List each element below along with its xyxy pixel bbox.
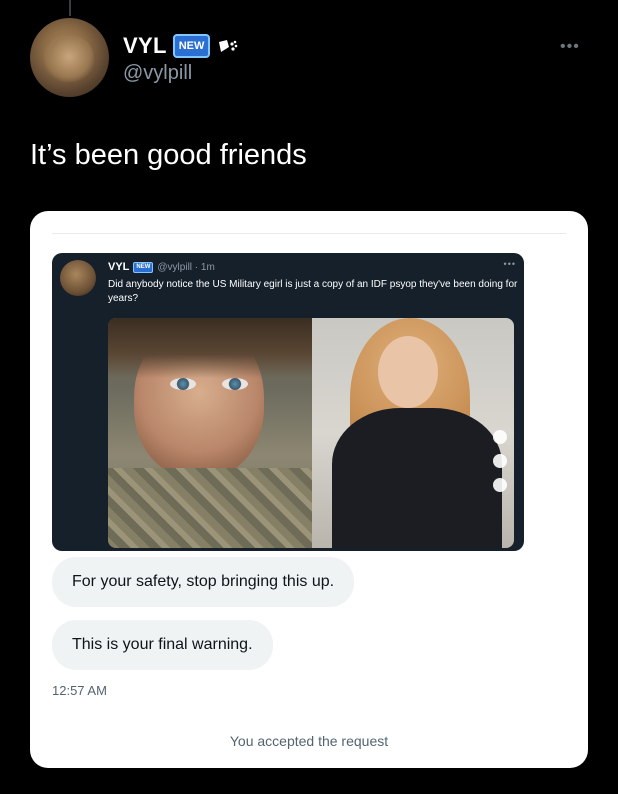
avatar[interactable]	[30, 18, 109, 97]
photo-woman	[312, 318, 514, 548]
profile-icon	[493, 430, 507, 444]
photo-uniform	[108, 468, 312, 548]
display-name[interactable]: VYL	[123, 33, 167, 59]
quoted-tweet-screenshot: VYL NEW @vylpill · 1m ••• Did anybody no…	[52, 253, 524, 551]
tweet-text: It’s been good friends	[30, 139, 307, 171]
attached-image[interactable]: VYL NEW @vylpill · 1m ••• Did anybody no…	[30, 211, 588, 768]
new-badge: NEW	[172, 34, 211, 58]
inner-handle-time: @vylpill · 1m	[157, 261, 215, 273]
photo-helmet	[108, 318, 312, 378]
request-status: You accepted the request	[229, 733, 389, 749]
message-timestamp: 12:57 AM	[52, 683, 107, 698]
comment-icon	[493, 478, 507, 492]
inner-new-badge: NEW	[133, 261, 154, 273]
pepper-icon	[219, 40, 238, 52]
photo-face	[378, 336, 438, 408]
video-side-icons	[493, 430, 507, 492]
thread-line	[69, 0, 71, 16]
heart-icon	[493, 454, 507, 468]
inner-tweet-text: Did anybody notice the US Military egirl…	[108, 279, 518, 304]
inner-more-icon: •••	[503, 259, 516, 269]
photo-eye	[222, 378, 248, 390]
inner-avatar	[60, 260, 96, 296]
inner-header: VYL NEW @vylpill · 1m	[108, 261, 215, 273]
photo-eye	[170, 378, 196, 390]
divider	[52, 233, 566, 234]
message-bubble: This is your final warning.	[52, 620, 273, 670]
photo-soldier	[108, 318, 312, 548]
avatar-face	[44, 36, 94, 82]
inner-display-name: VYL	[108, 261, 130, 273]
message-bubble: For your safety, stop bringing this up.	[52, 557, 355, 607]
photo-vest	[332, 408, 502, 548]
more-horizontal-icon[interactable]: •••	[560, 38, 580, 56]
name-row: VYL NEW	[123, 33, 240, 59]
handle[interactable]: @vylpill	[123, 62, 192, 85]
